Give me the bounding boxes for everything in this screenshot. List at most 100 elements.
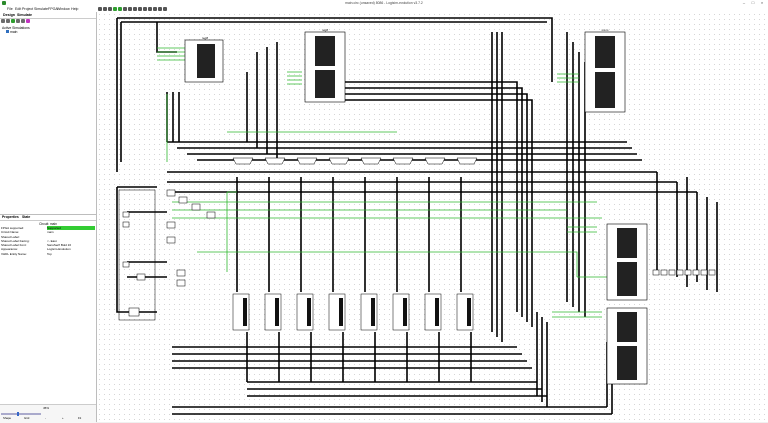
wire-tool-icon[interactable]	[143, 6, 147, 11]
bus-wire	[491, 32, 503, 342]
logic-gate[interactable]	[122, 211, 130, 218]
tree-node-main[interactable]: main	[6, 30, 30, 34]
multiplexer[interactable]	[392, 157, 414, 165]
multiplexer[interactable]	[456, 157, 478, 165]
logic-gate[interactable]	[166, 189, 176, 197]
bus-wire	[172, 346, 532, 369]
logic-gate[interactable]	[128, 307, 140, 317]
logic-gate[interactable]	[176, 279, 186, 287]
grid-button[interactable]: Grid	[24, 416, 29, 421]
control-logic	[118, 189, 216, 321]
text-tool-icon[interactable]	[108, 6, 112, 11]
memory-cells	[617, 312, 637, 342]
not-gate-icon[interactable]	[123, 6, 127, 11]
output-pin[interactable]	[684, 269, 692, 276]
logic-gate[interactable]	[166, 236, 176, 244]
register-unit-bar	[339, 298, 343, 326]
tick-icon[interactable]	[21, 19, 25, 23]
output-pin-icon[interactable]	[118, 6, 122, 11]
output-pin[interactable]	[676, 269, 684, 276]
logic-gate[interactable]	[178, 196, 188, 204]
logic-gate[interactable]	[191, 203, 201, 211]
fit-button[interactable]: Fit	[78, 416, 81, 421]
shape-button[interactable]: Shape	[3, 416, 11, 421]
tab-simulate[interactable]: Simulate	[17, 12, 32, 18]
register-unit-bar	[307, 298, 311, 326]
signal-wire	[197, 251, 607, 278]
zoom-out-button[interactable]: -	[45, 416, 46, 421]
property-row[interactable]: VHDL Entity Name: Top	[0, 252, 96, 256]
multiplexer[interactable]	[424, 157, 446, 165]
bottom-units	[232, 293, 474, 331]
bus-wire	[166, 92, 180, 142]
output-pin[interactable]	[692, 269, 700, 276]
or-gate-icon[interactable]	[133, 6, 137, 11]
memory-cells	[617, 262, 637, 296]
signal-wire	[166, 94, 397, 162]
register-unit-bar	[435, 298, 439, 326]
multiplexer[interactable]	[296, 157, 318, 165]
register-label: reg8	[322, 28, 328, 32]
bus-wire	[247, 381, 547, 397]
logic-gate[interactable]	[122, 221, 130, 228]
register-memory-cells	[595, 36, 615, 68]
xor-gate-icon[interactable]	[138, 6, 142, 11]
output-pins	[652, 269, 716, 276]
edit-tool-icon[interactable]	[103, 6, 107, 11]
multiplexer[interactable]	[360, 157, 382, 165]
multiplexer[interactable]	[328, 157, 350, 165]
tab-properties[interactable]: Properties	[2, 215, 19, 220]
output-pin[interactable]	[652, 269, 660, 276]
step-icon[interactable]	[16, 19, 20, 23]
logic-gate[interactable]	[176, 269, 186, 277]
bus-wire	[566, 32, 586, 317]
zoom-buttons: Shape Grid - + Fit	[0, 416, 96, 421]
output-pin[interactable]	[668, 269, 676, 276]
zoom-in-button[interactable]: +	[62, 416, 64, 421]
register-unit-bar	[275, 298, 279, 326]
property-key: VHDL Entity Name:	[1, 251, 27, 256]
memory-cells	[617, 346, 637, 380]
toggle-icon[interactable]	[163, 6, 167, 11]
register-memory-cells	[315, 36, 335, 66]
bus-wire	[167, 171, 697, 193]
zoom-row: 45%	[1, 406, 95, 411]
zoom-slider[interactable]	[1, 412, 41, 416]
logic-gate[interactable]	[122, 261, 130, 268]
appearance-icon[interactable]	[158, 6, 162, 11]
register-unit-bar	[467, 298, 471, 326]
logic-gate[interactable]	[206, 211, 216, 219]
bus-wire	[127, 211, 167, 278]
layout-icon[interactable]	[153, 6, 157, 11]
logic-gate[interactable]	[166, 221, 176, 229]
undo-icon[interactable]	[1, 19, 5, 23]
register-memory-cells	[315, 70, 335, 98]
zoom-level[interactable]: 45%	[43, 406, 49, 411]
output-pin[interactable]	[700, 269, 708, 276]
tab-design[interactable]: Design	[3, 12, 15, 18]
redo-icon[interactable]	[6, 19, 10, 23]
property-value[interactable]: Top	[47, 252, 95, 256]
input-pin-icon[interactable]	[113, 6, 117, 11]
multiplexer[interactable]	[232, 157, 254, 165]
output-pin[interactable]	[708, 269, 716, 276]
signal-wire	[287, 71, 302, 85]
output-pin[interactable]	[660, 269, 668, 276]
tree-node-main-label: main	[10, 30, 18, 34]
logic-gate[interactable]	[136, 273, 146, 281]
bus-wire	[246, 332, 472, 382]
register-label: reg8	[202, 36, 208, 40]
pointer-tool-icon[interactable]	[98, 6, 102, 11]
bus-wire	[319, 93, 528, 322]
circuit-canvas[interactable]: reg8 reg8 mem	[97, 12, 768, 422]
and-gate-icon[interactable]	[128, 6, 132, 11]
left-pane: Design Simulate Active Simulations main …	[0, 12, 97, 423]
canvas-toolbar	[97, 5, 768, 12]
settings-icon[interactable]	[26, 19, 30, 23]
register-unit-bar	[371, 298, 375, 326]
bus-wire	[156, 22, 177, 53]
tab-state[interactable]: State	[22, 215, 30, 220]
multiplexer[interactable]	[264, 157, 286, 165]
zoom-tool-icon[interactable]	[148, 6, 152, 11]
play-icon[interactable]	[11, 19, 15, 23]
